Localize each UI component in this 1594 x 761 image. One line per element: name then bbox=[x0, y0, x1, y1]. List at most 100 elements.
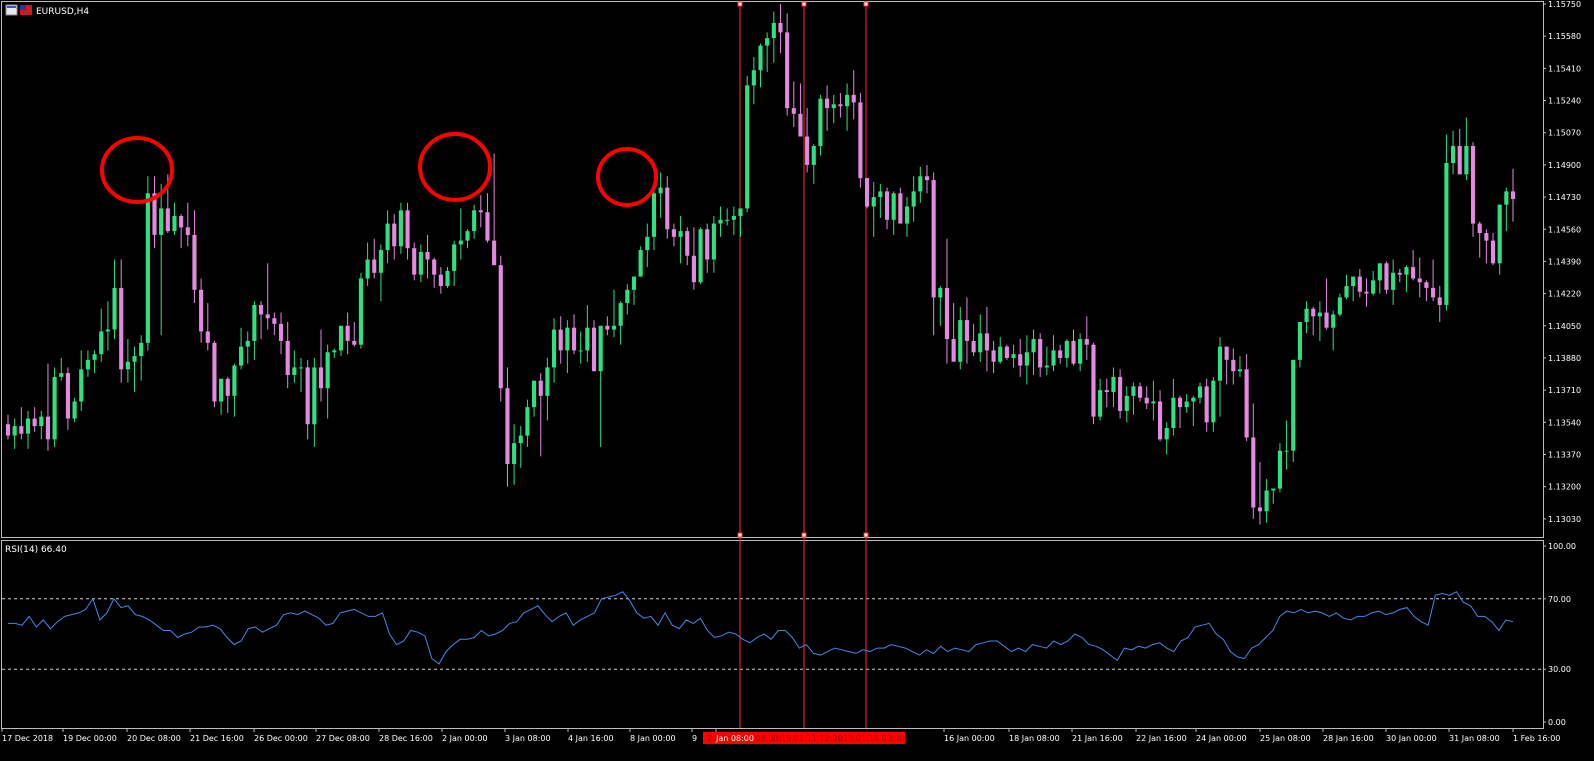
bull-candle bbox=[1064, 340, 1069, 358]
bear-candle bbox=[691, 255, 696, 283]
price-tick-label: 1.14050 bbox=[1548, 322, 1581, 331]
bear-candle bbox=[258, 304, 264, 315]
bear-candle bbox=[199, 289, 204, 332]
bull-candle bbox=[578, 350, 583, 352]
bear-candle bbox=[5, 424, 11, 436]
bull-candle bbox=[625, 289, 630, 304]
bull-candle bbox=[545, 367, 550, 396]
price-tick-label: 1.13200 bbox=[1548, 483, 1581, 492]
bull-candle bbox=[698, 229, 703, 283]
bull-candle bbox=[1337, 297, 1342, 315]
time-tick-label: 30 Jan 00:00 bbox=[1386, 734, 1437, 743]
price-tick-label: 1.14900 bbox=[1548, 161, 1581, 170]
bear-candle bbox=[1364, 291, 1369, 294]
bull-candle bbox=[1284, 450, 1289, 452]
bear-candle bbox=[318, 367, 324, 389]
bull-candle bbox=[1391, 272, 1396, 290]
price-tick-label: 1.13710 bbox=[1548, 386, 1581, 395]
bull-candle bbox=[1164, 428, 1169, 440]
marker-handle-top bbox=[737, 1, 743, 7]
price-tick-label: 1.15750 bbox=[1548, 0, 1581, 9]
bull-candle bbox=[1217, 346, 1223, 381]
bull-candle bbox=[1277, 450, 1282, 489]
bear-candle bbox=[1251, 437, 1256, 508]
bull-candle bbox=[325, 352, 330, 389]
bear-candle bbox=[705, 229, 710, 260]
bull-candle bbox=[398, 210, 403, 247]
bear-candle bbox=[432, 259, 437, 275]
bear-candle bbox=[964, 320, 970, 341]
chart-window-icon-bar bbox=[7, 6, 16, 8]
bear-candle bbox=[1510, 191, 1516, 199]
bull-candle bbox=[418, 251, 423, 275]
bull-candle bbox=[358, 278, 364, 345]
marker-handle-bottom bbox=[801, 532, 807, 538]
bull-candle bbox=[52, 376, 57, 440]
bull-candle bbox=[1131, 386, 1136, 396]
bear-candle bbox=[1431, 287, 1436, 298]
rsi-tick-label: 70.00 bbox=[1548, 595, 1571, 604]
bear-candle bbox=[1038, 339, 1043, 368]
time-tick-label: 4 Jan 16:00 bbox=[568, 734, 614, 743]
bull-candle bbox=[811, 145, 816, 165]
price-tick-label: 1.14390 bbox=[1548, 257, 1581, 266]
price-tick-label: 1.15240 bbox=[1548, 97, 1581, 106]
bear-candle bbox=[851, 94, 856, 103]
bear-candle bbox=[944, 287, 950, 340]
bull-candle bbox=[618, 303, 623, 326]
bear-candle bbox=[285, 340, 290, 375]
bear-candle bbox=[1384, 263, 1389, 290]
bear-candle bbox=[1417, 278, 1422, 283]
bear-candle bbox=[1118, 376, 1123, 411]
bear-candle bbox=[1204, 386, 1209, 423]
bull-candle bbox=[159, 208, 164, 235]
bear-candle bbox=[798, 113, 803, 137]
bear-candle bbox=[1477, 223, 1482, 234]
bull-candle bbox=[1504, 191, 1509, 205]
bull-candle bbox=[1264, 490, 1269, 512]
time-tick-label: 21 Jan 16:00 bbox=[1072, 734, 1123, 743]
bull-candle bbox=[1051, 350, 1056, 366]
price-tick-label: 1.13880 bbox=[1548, 354, 1581, 363]
price-tick-label: 1.15410 bbox=[1548, 64, 1581, 73]
bear-candle bbox=[971, 340, 976, 353]
bull-candle bbox=[1237, 369, 1243, 372]
bear-candle bbox=[791, 108, 796, 114]
rsi-tick-label: 0.00 bbox=[1548, 718, 1566, 727]
marker-handle-top bbox=[863, 1, 869, 7]
time-tick-label: 24 Jan 00:00 bbox=[1196, 734, 1247, 743]
bear-candle bbox=[1357, 276, 1362, 292]
bull-candle bbox=[1404, 267, 1409, 275]
bull-candle bbox=[105, 329, 110, 332]
bear-candle bbox=[1224, 346, 1229, 360]
time-tick-label: 22 Jan 16:00 bbox=[1136, 734, 1187, 743]
bull-candle bbox=[1191, 397, 1196, 402]
bull-candle bbox=[771, 22, 776, 39]
bear-candle bbox=[591, 327, 597, 372]
marker-date-label: 2019.01.11 12:00 bbox=[771, 734, 842, 743]
rsi-label: RSI(14) 66.40 bbox=[5, 545, 67, 555]
price-tick-label: 1.13030 bbox=[1548, 515, 1581, 524]
bull-candle bbox=[219, 378, 224, 402]
bull-candle bbox=[1171, 397, 1176, 428]
bear-candle bbox=[392, 223, 397, 247]
bear-candle bbox=[685, 231, 690, 256]
bear-candle bbox=[1397, 272, 1402, 275]
bull-candle bbox=[978, 333, 983, 353]
bear-candle bbox=[1004, 346, 1009, 358]
bear-candle bbox=[412, 248, 417, 275]
bull-candle bbox=[1124, 395, 1129, 411]
bull-candle bbox=[445, 270, 450, 287]
bear-candle bbox=[19, 426, 24, 434]
bull-candle bbox=[145, 193, 150, 343]
flag-icon-canton bbox=[20, 5, 26, 10]
bull-candle bbox=[172, 216, 177, 232]
bull-candle bbox=[132, 356, 137, 362]
bull-candle bbox=[1297, 322, 1302, 360]
bull-candle bbox=[745, 85, 750, 209]
bear-candle bbox=[425, 251, 430, 260]
bull-candle bbox=[1351, 276, 1356, 287]
bull-candle bbox=[998, 346, 1003, 362]
bear-candle bbox=[498, 265, 503, 389]
bull-candle bbox=[458, 240, 463, 245]
